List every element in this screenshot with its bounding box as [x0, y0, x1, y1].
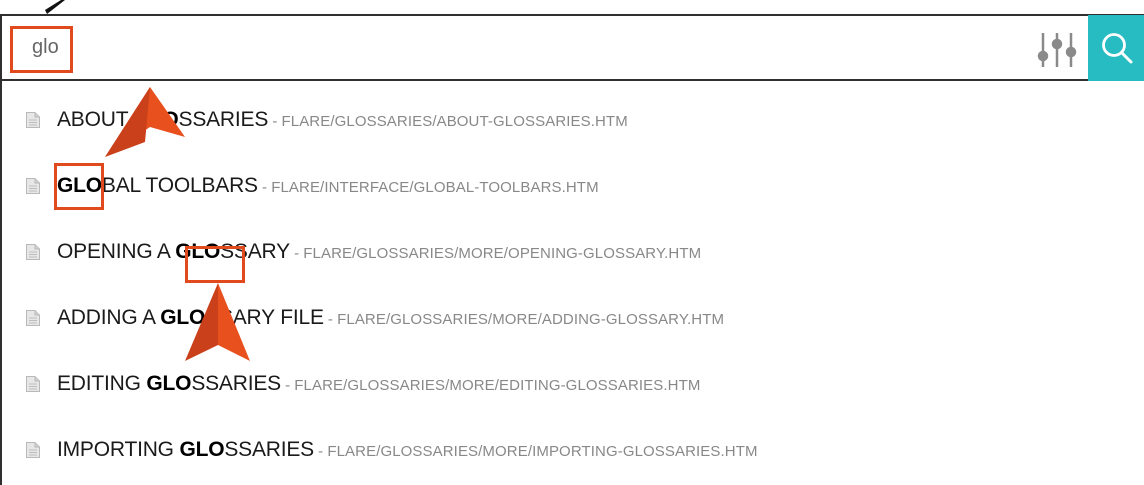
result-separator: - — [280, 377, 295, 394]
document-icon — [26, 376, 40, 392]
document-icon — [26, 112, 40, 128]
result-text: OPENING A GLOSSARY - FLARE/GLOSSARIES/MO… — [57, 240, 701, 266]
result-text: IMPORTING GLOSSARIES - FLARE/GLOSSARIES/… — [57, 438, 758, 464]
filter-button[interactable] — [1032, 26, 1082, 74]
result-separator: - — [323, 311, 338, 328]
sliders-icon — [1037, 33, 1077, 67]
title-match: GLO — [133, 108, 179, 131]
result-path: FLARE/GLOSSARIES/MORE/EDITING-GLOSSARIES… — [294, 377, 701, 394]
document-icon — [26, 442, 40, 458]
result-separator: - — [268, 113, 282, 130]
result-item[interactable]: EDITING GLOSSARIES - FLARE/GLOSSARIES/MO… — [2, 349, 1144, 415]
title-suffix: SSARIES — [191, 372, 281, 395]
result-item[interactable]: GLOBAL TOOLBARS - FLARE/INTERFACE/GLOBAL… — [2, 151, 1144, 217]
result-item[interactable]: IMPORTING GLOSSARIES - FLARE/GLOSSARIES/… — [2, 415, 1144, 481]
result-separator: - — [314, 443, 328, 460]
document-icon — [26, 178, 40, 194]
result-title: EDITING GLOSSARIES — [57, 372, 281, 395]
search-icon — [1102, 33, 1133, 64]
search-input[interactable] — [14, 24, 974, 70]
title-suffix: SSARY FILE — [205, 306, 324, 329]
result-separator: - — [257, 179, 272, 196]
document-icon — [26, 244, 40, 260]
result-text: EDITING GLOSSARIES - FLARE/GLOSSARIES/MO… — [57, 372, 700, 398]
result-path: FLARE/GLOSSARIES/ABOUT-GLOSSARIES.HTM — [281, 113, 628, 130]
result-title: IMPORTING GLOSSARIES — [57, 438, 314, 461]
document-icon — [26, 310, 40, 326]
result-text: GLOBAL TOOLBARS - FLARE/INTERFACE/GLOBAL… — [57, 174, 599, 200]
result-item[interactable]: ADDING A GLOSSARY FILE - FLARE/GLOSSARIE… — [2, 283, 1144, 349]
title-prefix: ABOUT — [57, 108, 134, 131]
result-text: ABOUT GLOSSARIES - FLARE/GLOSSARIES/ABOU… — [57, 108, 628, 134]
title-prefix: OPENING A — [57, 240, 176, 263]
result-path: FLARE/INTERFACE/GLOBAL-TOOLBARS.HTM — [271, 179, 599, 196]
title-prefix: IMPORTING — [57, 438, 180, 461]
search-button[interactable] — [1088, 15, 1144, 81]
result-separator: - — [289, 245, 304, 262]
title-suffix: SSARIES — [178, 108, 269, 131]
result-title: OPENING A GLOSSARY — [57, 240, 290, 263]
result-path: FLARE/GLOSSARIES/MORE/OPENING-GLOSSARY.H… — [303, 245, 702, 262]
result-title: ADDING A GLOSSARY FILE — [57, 306, 324, 329]
title-match: GLO — [175, 240, 221, 263]
result-title: ABOUT GLOSSARIES — [57, 108, 268, 131]
title-match: GLO — [57, 174, 102, 197]
search-results-list: ABOUT GLOSSARIES - FLARE/GLOSSARIES/ABOU… — [0, 81, 1144, 485]
result-title: GLOBAL TOOLBARS — [57, 174, 258, 197]
title-prefix: EDITING — [57, 372, 147, 395]
search-bar — [0, 14, 1144, 81]
result-path: FLARE/GLOSSARIES/MORE/ADDING-GLOSSARY.HT… — [337, 311, 725, 328]
title-prefix: ADDING A — [57, 306, 161, 329]
result-item[interactable]: ABOUT GLOSSARIES - FLARE/GLOSSARIES/ABOU… — [2, 85, 1144, 151]
title-suffix: SSARIES — [224, 438, 314, 461]
title-suffix: SSARY — [220, 240, 290, 263]
result-path: FLARE/GLOSSARIES/MORE/IMPORTING-GLOSSARI… — [327, 443, 758, 460]
title-match: GLO — [160, 306, 206, 329]
result-item[interactable]: OPENING A GLOSSARY - FLARE/GLOSSARIES/MO… — [2, 217, 1144, 283]
title-suffix: BAL TOOLBARS — [101, 174, 258, 197]
title-match: GLO — [179, 438, 225, 461]
title-match: GLO — [146, 372, 192, 395]
text-caret — [71, 36, 72, 60]
result-text: ADDING A GLOSSARY FILE - FLARE/GLOSSARIE… — [57, 306, 724, 332]
